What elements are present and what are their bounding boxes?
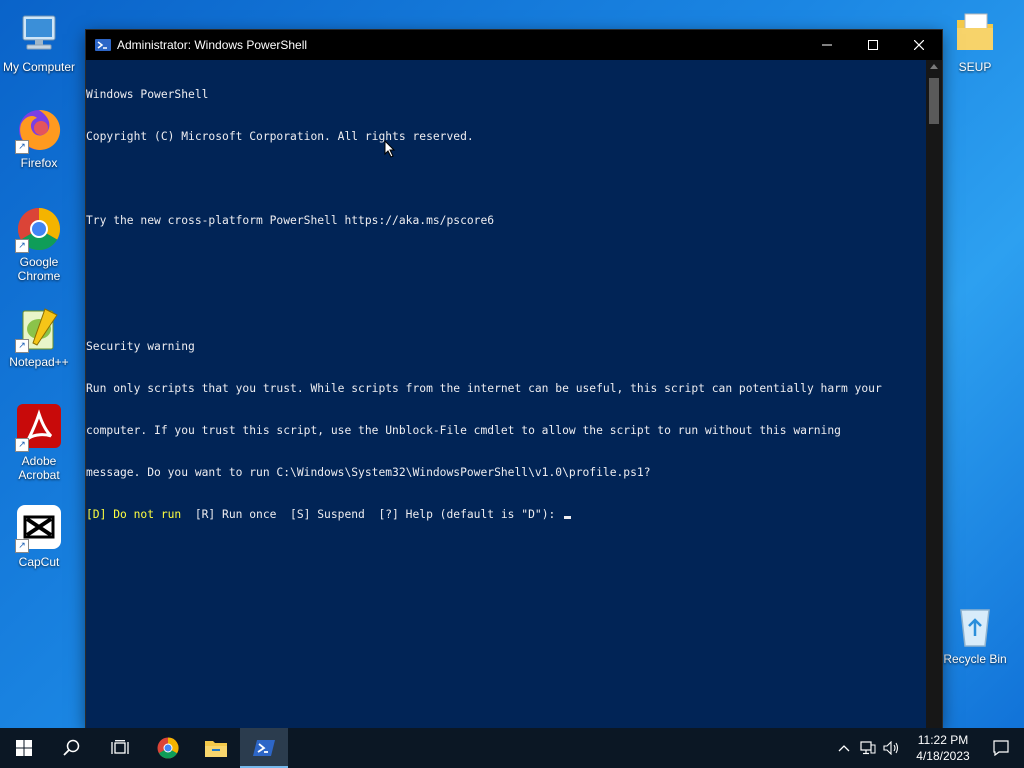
maximize-button[interactable]	[850, 30, 896, 60]
powershell-icon	[253, 740, 275, 756]
network-icon	[860, 741, 876, 755]
desktop-icon-label: Recycle Bin	[943, 652, 1007, 666]
scrollbar-thumb[interactable]	[929, 78, 939, 124]
desktop-icon-recycle-bin[interactable]: Recycle Bin	[936, 602, 1014, 666]
desktop-icon-adobe-acrobat[interactable]: ↗ Adobe Acrobat	[0, 404, 78, 482]
close-icon	[914, 40, 924, 50]
desktop-icon-label: Adobe Acrobat	[18, 454, 60, 482]
desktop-icon-label: Firefox	[20, 156, 58, 170]
console-line: Security warning	[86, 340, 195, 353]
shortcut-arrow-icon: ↗	[15, 140, 29, 154]
window-titlebar[interactable]: Administrator: Windows PowerShell	[86, 30, 942, 60]
console-line: Copyright (C) Microsoft Corporation. All…	[86, 130, 474, 143]
search-icon	[63, 739, 80, 756]
shortcut-arrow-icon: ↗	[15, 438, 29, 452]
desktop-icon-label: CapCut	[18, 555, 60, 569]
console-line: Windows PowerShell	[86, 88, 209, 101]
default-choice: [D] Do not run	[86, 508, 182, 521]
shortcut-arrow-icon: ↗	[15, 339, 29, 353]
desktop-icon-notepad-plus-plus[interactable]: ↗ Notepad++	[0, 305, 78, 369]
shortcut-arrow-icon: ↗	[15, 539, 29, 553]
close-button[interactable]	[896, 30, 942, 60]
network-button[interactable]	[856, 728, 880, 768]
shortcut-arrow-icon: ↗	[15, 239, 29, 253]
recycle-bin-icon	[951, 602, 999, 650]
desktop-icon-my-computer[interactable]: My Computer	[0, 10, 78, 74]
desktop-icon-label: Notepad++	[9, 355, 69, 369]
clock-date: 4/18/2023	[916, 749, 970, 763]
windows-logo-icon	[16, 740, 32, 756]
minimize-icon	[822, 44, 832, 46]
window-title: Administrator: Windows PowerShell	[117, 38, 308, 52]
taskbar-file-explorer-button[interactable]	[192, 728, 240, 768]
notification-icon	[993, 740, 1009, 756]
desktop-icon-google-chrome[interactable]: ↗ Google Chrome	[0, 205, 78, 283]
console-line: computer. If you trust this script, use …	[86, 424, 841, 437]
desktop-icon-firefox[interactable]: ↗ Firefox	[0, 106, 78, 170]
clock-time: 11:22 PM	[917, 733, 969, 747]
volume-icon	[883, 741, 899, 755]
mouse-pointer-icon	[384, 140, 396, 158]
chrome-icon: ↗	[15, 205, 63, 253]
desktop-icon-seup-folder[interactable]: SEUP	[936, 10, 1014, 74]
maximize-icon	[868, 40, 878, 50]
taskbar-clock[interactable]: 11:22 PM 4/18/2023	[908, 732, 978, 764]
powershell-window[interactable]: Administrator: Windows PowerShell Window…	[86, 30, 942, 728]
taskbar-powershell-button[interactable]	[240, 728, 288, 768]
capcut-icon: ↗	[15, 505, 63, 553]
notepad-plus-plus-icon: ↗	[15, 305, 63, 353]
scroll-up-arrow-icon[interactable]	[930, 64, 938, 69]
desktop-icon-label: My Computer	[2, 60, 76, 74]
chrome-icon	[157, 737, 179, 759]
console-prompt-line[interactable]: [D] Do not run [R] Run once [S] Suspend …	[86, 508, 926, 522]
file-explorer-icon	[205, 741, 227, 757]
console-line: Run only scripts that you trust. While s…	[86, 382, 882, 395]
prompt-options: [R] Run once [S] Suspend [?] Help (defau…	[181, 508, 563, 521]
volume-button[interactable]	[880, 728, 904, 768]
desktop-icon-label: Google Chrome	[17, 255, 61, 283]
desktop-icon-capcut[interactable]: ↗ CapCut	[0, 505, 78, 569]
console-scrollbar[interactable]	[926, 60, 942, 728]
search-button[interactable]	[48, 728, 96, 768]
folder-icon	[951, 10, 999, 58]
computer-icon	[15, 10, 63, 58]
console-line: message. Do you want to run C:\Windows\S…	[86, 466, 651, 479]
powershell-icon	[95, 39, 111, 51]
console-line: Try the new cross-platform PowerShell ht…	[86, 214, 495, 227]
chevron-up-icon	[838, 745, 850, 752]
system-tray: 11:22 PM 4/18/2023	[832, 728, 1024, 768]
start-button[interactable]	[0, 728, 48, 768]
action-center-button[interactable]	[978, 728, 1024, 768]
task-view-button[interactable]	[96, 728, 144, 768]
minimize-button[interactable]	[804, 30, 850, 60]
adobe-acrobat-icon: ↗	[15, 404, 63, 452]
text-cursor	[564, 516, 572, 519]
taskbar: 11:22 PM 4/18/2023	[0, 728, 1024, 768]
desktop-icon-label: SEUP	[958, 60, 992, 74]
taskbar-chrome-button[interactable]	[144, 728, 192, 768]
console-output[interactable]: Windows PowerShell Copyright (C) Microso…	[86, 60, 926, 728]
task-view-icon	[111, 740, 129, 754]
show-hidden-icons-button[interactable]	[832, 728, 856, 768]
firefox-icon: ↗	[15, 106, 63, 154]
